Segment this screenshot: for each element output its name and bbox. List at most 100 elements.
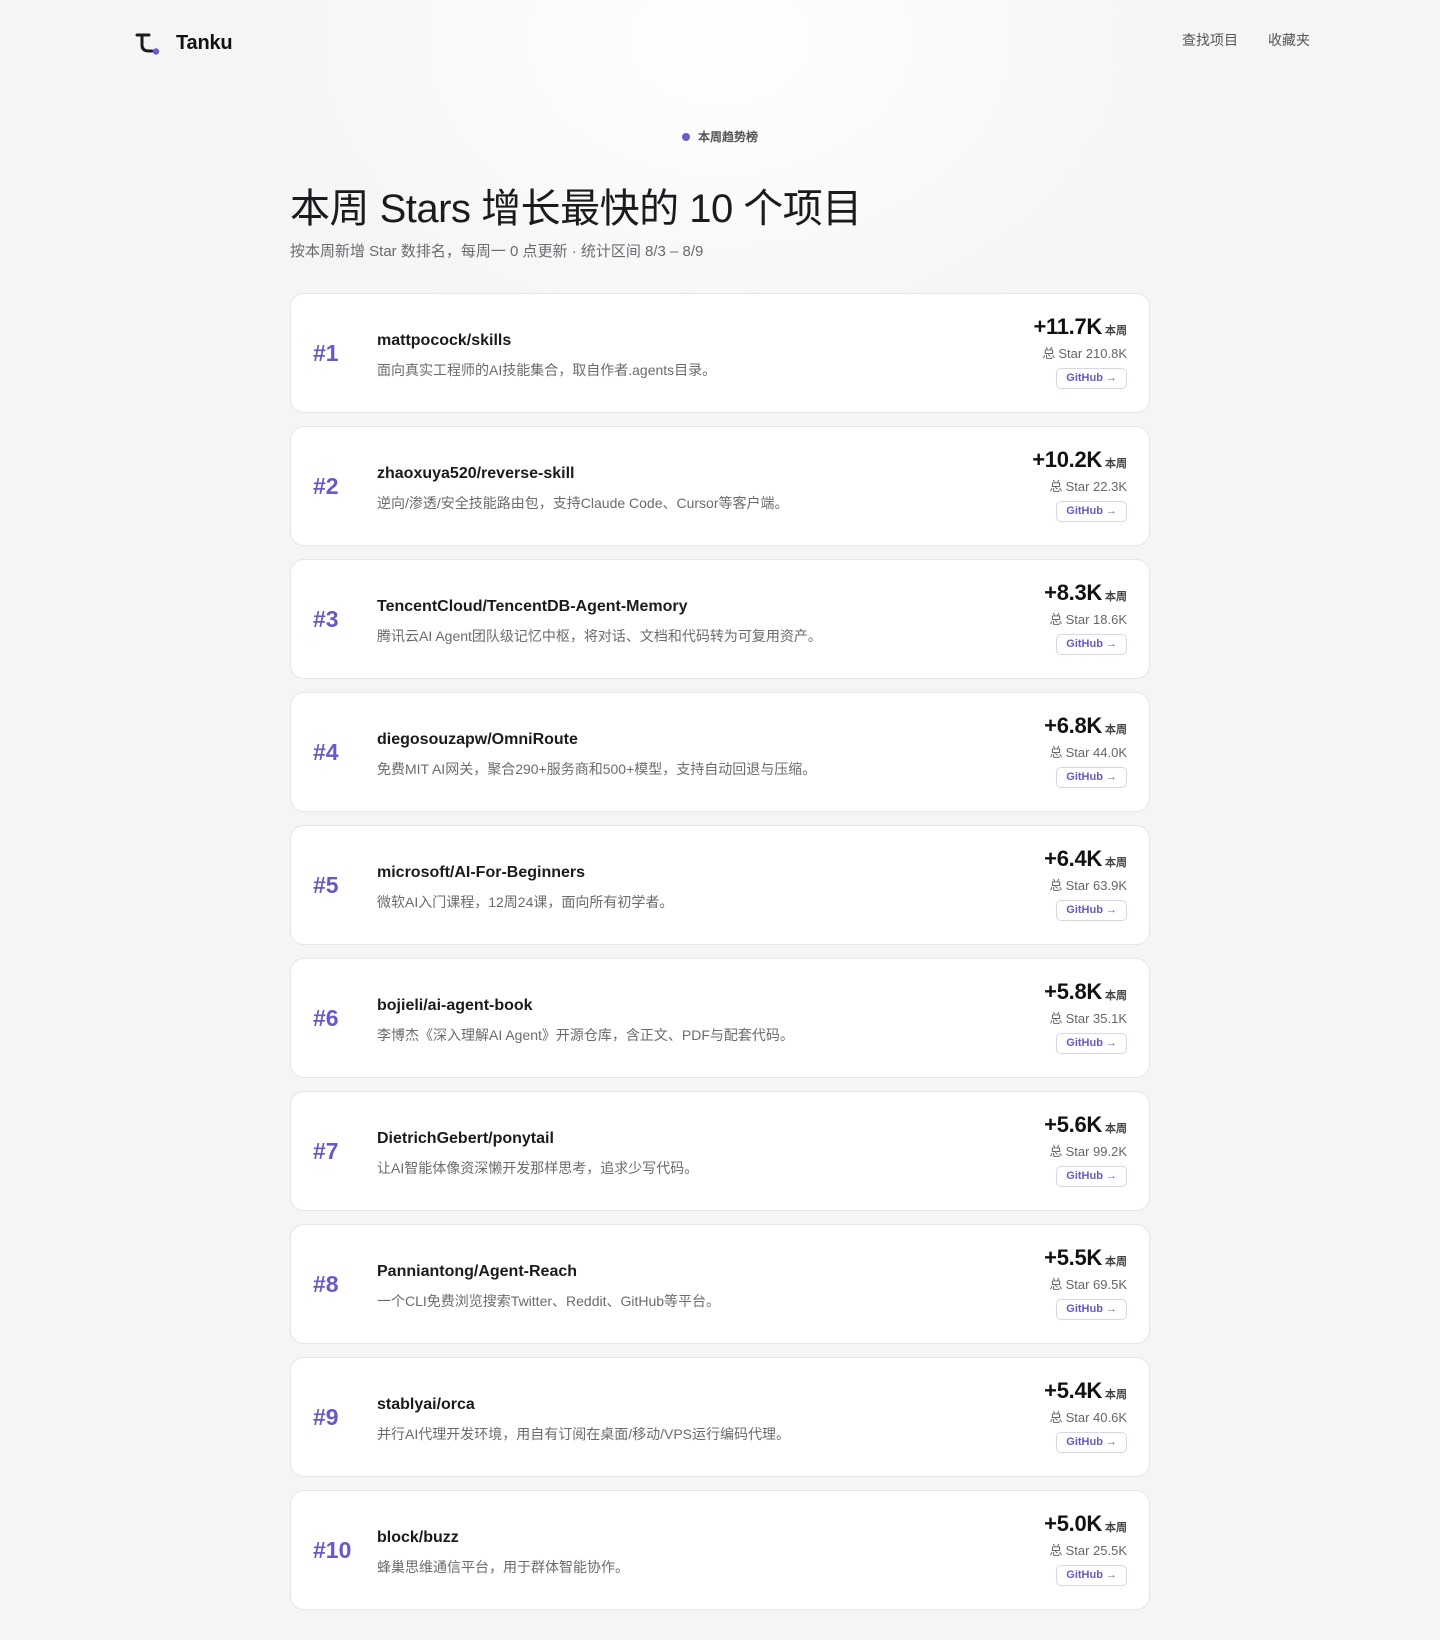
- total-icon: 总: [1049, 1410, 1063, 1425]
- project-stats: +11.7K 本周 总 Star 210.8K GitHub →: [927, 314, 1127, 389]
- project-description: 蜂巢思维通信平台，用于群体智能协作。: [377, 1559, 629, 1575]
- growth-value: +8.3K: [1044, 580, 1102, 605]
- project-description: 并行AI代理开发环境，用自有订阅在桌面/移动/VPS运行编码代理。: [377, 1426, 791, 1442]
- project-stats: +6.8K 本周 总 Star 44.0K GitHub →: [927, 713, 1127, 788]
- github-button[interactable]: GitHub →: [1056, 1565, 1127, 1586]
- page-subtitle: 按本周新增 Star 数排名，每周一 0 点更新 · 统计区间 8/3 – 8/…: [290, 243, 704, 260]
- project-info: zhaoxuya520/reverse-skill 逆向/渗透/安全技能路由包，…: [377, 465, 977, 513]
- nav-favorites[interactable]: 收藏夹: [1268, 30, 1310, 50]
- total-icon: 总: [1049, 1277, 1063, 1292]
- project-description: 免费MIT AI网关，聚合290+服务商和500+模型，支持自动回退与压缩。: [377, 761, 817, 777]
- project-rank: #8: [313, 1270, 339, 1297]
- project-stats: +10.2K 本周 总 Star 22.3K GitHub →: [927, 447, 1127, 522]
- total-stars: 总 Star 99.2K: [927, 1141, 1127, 1160]
- project-rank: #4: [313, 738, 339, 765]
- github-button[interactable]: GitHub →: [1056, 1033, 1127, 1054]
- growth-value: +5.4K: [1044, 1378, 1102, 1403]
- project-card: #4 diegosouzapw/OmniRoute 免费MIT AI网关，聚合2…: [290, 692, 1150, 812]
- project-rank: #6: [313, 1004, 339, 1031]
- project-name-link[interactable]: zhaoxuya520/reverse-skill: [377, 465, 977, 483]
- github-button[interactable]: GitHub →: [1056, 1299, 1127, 1320]
- project-info: diegosouzapw/OmniRoute 免费MIT AI网关，聚合290+…: [377, 731, 977, 779]
- kicker-label: 本周趋势榜: [697, 130, 758, 144]
- weekly-growth: +11.7K 本周: [927, 314, 1127, 340]
- total-icon: 总: [1049, 1011, 1063, 1026]
- growth-unit: 本周: [1105, 857, 1127, 869]
- total-value: Star 63.9K: [1065, 878, 1127, 893]
- growth-unit: 本周: [1105, 1522, 1127, 1534]
- total-stars: 总 Star 69.5K: [927, 1274, 1127, 1293]
- github-button[interactable]: GitHub →: [1056, 767, 1127, 788]
- page-title: 本周 Stars 增长最快的 10 个项目: [290, 187, 862, 231]
- growth-unit: 本周: [1105, 591, 1127, 603]
- project-card: #7 DietrichGebert/ponytail 让AI智能体像资深懒开发那…: [290, 1091, 1150, 1211]
- project-stats: +8.3K 本周 总 Star 18.6K GitHub →: [927, 580, 1127, 655]
- project-name-link[interactable]: mattpocock/skills: [377, 332, 977, 350]
- github-button[interactable]: GitHub →: [1056, 900, 1127, 921]
- weekly-growth: +6.8K 本周: [927, 713, 1127, 739]
- project-rank: #2: [313, 472, 339, 499]
- project-name-link[interactable]: block/buzz: [377, 1529, 977, 1547]
- growth-value: +5.5K: [1044, 1245, 1102, 1270]
- total-icon: 总: [1049, 479, 1063, 494]
- project-stats: +5.5K 本周 总 Star 69.5K GitHub →: [927, 1245, 1127, 1320]
- total-icon: 总: [1049, 878, 1063, 893]
- project-info: block/buzz 蜂巢思维通信平台，用于群体智能协作。: [377, 1529, 977, 1577]
- total-icon: 总: [1049, 612, 1063, 627]
- weekly-growth: +5.8K 本周: [927, 979, 1127, 1005]
- total-stars: 总 Star 25.5K: [927, 1540, 1127, 1559]
- github-button[interactable]: GitHub →: [1056, 501, 1127, 522]
- project-rank: #1: [313, 339, 339, 366]
- project-info: microsoft/AI-For-Beginners 微软AI入门课程，12周2…: [377, 864, 977, 912]
- total-value: Star 35.1K: [1065, 1011, 1127, 1026]
- project-rank: #10: [313, 1536, 352, 1563]
- top-nav: 查找项目 收藏夹: [1182, 30, 1310, 50]
- project-card: #3 TencentCloud/TencentDB-Agent-Memory 腾…: [290, 559, 1150, 679]
- growth-value: +6.8K: [1044, 713, 1102, 738]
- project-name-link[interactable]: bojieli/ai-agent-book: [377, 997, 977, 1015]
- project-name-link[interactable]: Panniantong/Agent-Reach: [377, 1263, 977, 1281]
- total-icon: 总: [1042, 346, 1056, 361]
- weekly-growth: +5.5K 本周: [927, 1245, 1127, 1271]
- total-icon: 总: [1049, 745, 1063, 760]
- project-name-link[interactable]: DietrichGebert/ponytail: [377, 1130, 977, 1148]
- project-rank: #5: [313, 871, 339, 898]
- growth-unit: 本周: [1105, 990, 1127, 1002]
- project-stats: +5.0K 本周 总 Star 25.5K GitHub →: [927, 1511, 1127, 1586]
- total-stars: 总 Star 18.6K: [927, 609, 1127, 628]
- weekly-growth: +5.6K 本周: [927, 1112, 1127, 1138]
- project-card: #1 mattpocock/skills 面向真实工程师的AI技能集合，取自作者…: [290, 293, 1150, 413]
- project-card: #2 zhaoxuya520/reverse-skill 逆向/渗透/安全技能路…: [290, 426, 1150, 546]
- trending-kicker: 本周趋势榜: [290, 128, 1150, 145]
- project-rank: #9: [313, 1403, 339, 1430]
- total-value: Star 40.6K: [1065, 1410, 1127, 1425]
- growth-value: +10.2K: [1032, 447, 1102, 472]
- project-name-link[interactable]: TencentCloud/TencentDB-Agent-Memory: [377, 598, 977, 616]
- project-card: #9 stablyai/orca 并行AI代理开发环境，用自有订阅在桌面/移动/…: [290, 1357, 1150, 1477]
- project-stats: +5.6K 本周 总 Star 99.2K GitHub →: [927, 1112, 1127, 1187]
- total-icon: 总: [1049, 1144, 1063, 1159]
- weekly-growth: +5.0K 本周: [927, 1511, 1127, 1537]
- project-name-link[interactable]: diegosouzapw/OmniRoute: [377, 731, 977, 749]
- nav-find-projects[interactable]: 查找项目: [1182, 30, 1238, 50]
- total-value: Star 210.8K: [1058, 346, 1127, 361]
- weekly-growth: +8.3K 本周: [927, 580, 1127, 606]
- project-info: TencentCloud/TencentDB-Agent-Memory 腾讯云A…: [377, 598, 977, 646]
- project-name-link[interactable]: stablyai/orca: [377, 1396, 977, 1414]
- brand-name: Tanku: [176, 31, 233, 54]
- growth-unit: 本周: [1105, 724, 1127, 736]
- project-description: 逆向/渗透/安全技能路由包，支持Claude Code、Cursor等客户端。: [377, 495, 789, 511]
- tanku-logo-icon: [134, 29, 162, 57]
- project-rank: #3: [313, 605, 339, 632]
- github-button[interactable]: GitHub →: [1056, 1166, 1127, 1187]
- total-value: Star 25.5K: [1065, 1543, 1127, 1558]
- total-stars: 总 Star 22.3K: [927, 476, 1127, 495]
- github-button[interactable]: GitHub →: [1056, 368, 1127, 389]
- brand-logo-link[interactable]: Tanku: [134, 28, 233, 58]
- github-button[interactable]: GitHub →: [1056, 634, 1127, 655]
- project-card: #8 Panniantong/Agent-Reach 一个CLI免费浏览搜索Tw…: [290, 1224, 1150, 1344]
- total-value: Star 22.3K: [1065, 479, 1127, 494]
- github-button[interactable]: GitHub →: [1056, 1432, 1127, 1453]
- growth-unit: 本周: [1105, 1123, 1127, 1135]
- project-name-link[interactable]: microsoft/AI-For-Beginners: [377, 864, 977, 882]
